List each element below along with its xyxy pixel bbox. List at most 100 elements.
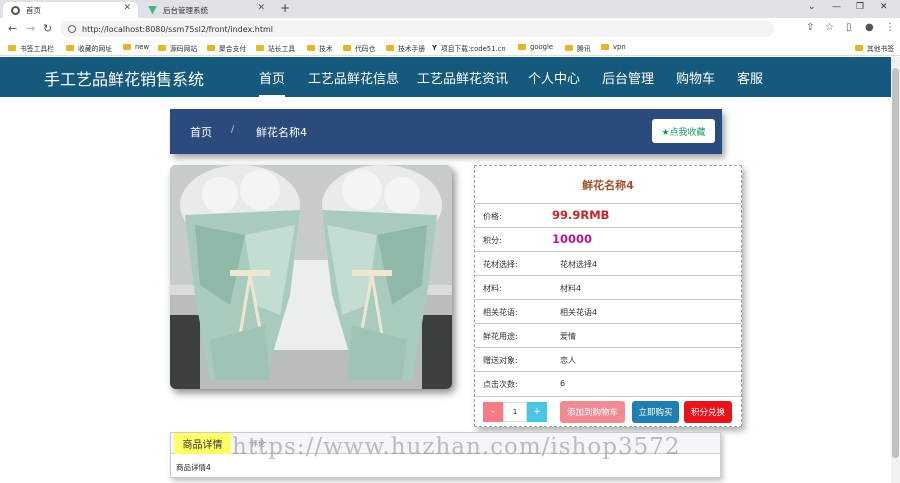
info-row-material: 材料: 材料4 [475,275,741,299]
product-title: 鲜花名称4 [582,179,634,192]
bookmark-link[interactable]: Y 项目下载:code51.cn [432,43,506,53]
menu-icon[interactable]: ⋮ [885,22,895,33]
close-icon[interactable]: ✕ [123,3,131,13]
reload-icon[interactable]: ↻ [43,22,52,35]
nav-flower-news[interactable]: 工艺品鲜花资讯 [417,68,508,87]
site-logo[interactable]: 手工艺品鲜花销售系统 [44,66,204,90]
info-label: 积分: [483,236,502,245]
info-label: 花材选择: [483,260,518,269]
nav-cart[interactable]: 购物车 [676,68,715,87]
nav-user-center[interactable]: 个人中心 [528,68,580,87]
site-header: 手工艺品鲜花销售系统 首页 工艺品鲜花信息 工艺品鲜花资讯 个人中心 后台管理 … [0,57,891,97]
vue-logo-icon [148,5,157,15]
restore-icon[interactable]: ❐ [856,2,864,12]
info-value: 材料4 [560,284,582,293]
tab-title: 首页 [26,5,41,15]
tab-search-icon[interactable]: ⌄ [808,2,816,12]
bookmark-folder[interactable]: 技术手册 [386,43,425,53]
watermark-text: https://www.huzhan.com/ishop3572 [232,434,681,460]
folder-icon [343,45,351,51]
info-row-price: 价格: 99.9RMB [475,203,741,227]
folder-icon [855,45,863,51]
bookmark-folder[interactable]: new [123,43,149,51]
minimize-icon[interactable]: — [832,2,841,12]
points-value: 10000 [552,232,593,246]
breadcrumb-home[interactable]: 首页 [190,124,212,140]
bookmark-folder[interactable]: vpn [601,43,626,51]
tab-product-detail[interactable]: 商品详情 [174,433,231,454]
folder-icon [307,45,315,51]
folder-icon [565,45,573,51]
folder-icon [386,45,394,51]
browser-tab-home[interactable]: 首页 ✕ [3,2,138,18]
breadcrumb-separator: / [231,125,235,135]
folder-icon [8,45,16,51]
info-label: 材料: [483,284,502,293]
info-value: 6 [560,379,566,388]
side-panel-icon[interactable]: ▯ [846,22,852,33]
flower-bouquet-image [170,165,452,389]
close-icon[interactable]: ✕ [257,3,265,13]
site-info-icon[interactable] [68,25,76,33]
bookmark-folder[interactable]: 书签工具栏 [8,43,54,53]
bookmark-folder[interactable]: 站长工具 [256,43,295,53]
folder-icon [601,44,609,50]
y-logo-icon: Y [432,44,437,52]
buy-now-button[interactable]: 立即购买 [632,401,679,423]
nav-service[interactable]: 客服 [737,68,763,87]
folder-icon [207,45,215,51]
info-row-recipient: 赠送对象: 恋人 [475,347,741,371]
forward-icon[interactable]: → [26,22,35,35]
quantity-input[interactable]: 1 [503,402,527,422]
bookmark-folder[interactable]: google [518,43,553,51]
info-label: 鲜花用途: [483,332,518,341]
info-row-flower-language: 相关花语: 相关花语4 [475,299,741,323]
bookmark-folder[interactable]: 腾讯 [565,43,591,53]
new-tab-icon[interactable]: + [280,1,290,15]
info-row-usage: 鲜花用途: 爱情 [475,323,741,347]
info-value: 相关花语4 [560,308,598,317]
close-window-icon[interactable]: ✕ [880,2,888,12]
globe-icon [11,5,20,15]
nav-flower-info[interactable]: 工艺品鲜花信息 [308,68,399,87]
back-icon[interactable]: ← [8,22,17,35]
folder-icon [66,45,74,51]
info-row-material-choice: 花材选择: 花材选择4 [475,251,741,275]
bookmark-star-icon[interactable]: ☆ [825,22,834,33]
address-bar: ← → ↻ http://localhost:8080/ssm75sl2/fro… [0,18,900,40]
product-actions: - 1 + 添加到购物车 立即购买 积分兑换 [475,396,741,426]
info-label: 点击次数: [483,380,518,389]
bookmark-folder[interactable]: 技术 [307,43,333,53]
quantity-decrease-button[interactable]: - [483,402,503,422]
add-to-cart-button[interactable]: 添加到购物车 [560,401,625,423]
url-text: http://localhost:8080/ssm75sl2/front/ind… [82,24,274,34]
other-bookmarks[interactable]: 其他书签 [855,43,894,53]
redeem-points-button[interactable]: 积分兑换 [684,401,732,423]
nav-home[interactable]: 首页 [259,68,286,97]
folder-icon [256,45,264,51]
info-value: 恋人 [560,356,576,365]
bookmark-folder[interactable]: 源码网站 [158,43,197,53]
bookmark-folder[interactable]: 聚合支付 [207,43,246,53]
page-scrollbar[interactable] [891,57,900,483]
info-label: 价格: [483,212,502,221]
scrollbar-thumb[interactable] [892,68,899,458]
profile-icon[interactable]: ● [865,22,874,33]
nav-admin[interactable]: 后台管理 [602,68,654,87]
detail-content: 商品详情4 [176,463,211,472]
breadcrumb: 首页 / 鲜花名称4 ★点我收藏 [170,109,722,154]
share-icon[interactable]: ⇪ [806,22,814,33]
bookmarks-bar: 书签工具栏 收藏的网址 new 源码网站 聚合支付 站长工具 技术 代码仓 技术… [0,40,900,56]
info-row-points: 积分: 10000 [475,227,741,251]
favorite-button[interactable]: ★点我收藏 [652,119,715,143]
product-info-panel: 鲜花名称4 价格: 99.9RMB 积分: 10000 花材选择: 花材选择4 … [474,165,742,427]
info-value: 爱情 [560,332,576,341]
folder-icon [518,44,526,50]
browser-tab-admin[interactable]: 后台管理系统 ✕ [140,2,272,18]
url-field[interactable]: http://localhost:8080/ssm75sl2/front/ind… [60,21,774,37]
product-image [170,165,452,389]
bookmark-folder[interactable]: 收藏的网址 [66,43,112,53]
bookmark-folder[interactable]: 代码仓 [343,43,375,53]
quantity-increase-button[interactable]: + [527,402,547,422]
folder-icon [158,45,166,51]
